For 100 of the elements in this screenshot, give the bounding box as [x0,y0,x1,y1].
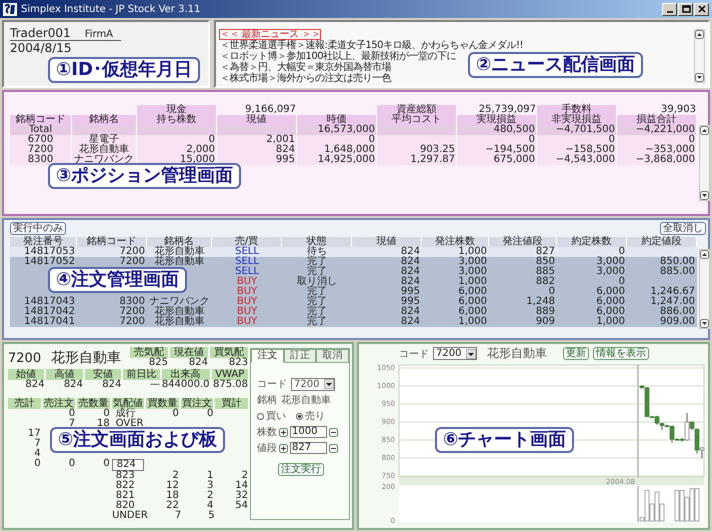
table-cell-text: 827 [534,247,556,257]
table-cell-text: 1,247.00 [649,297,696,307]
table-cell-text: 7 [174,511,182,521]
table-cell-text: 3,000 [595,267,626,277]
table-cell: −194,500 [457,145,537,155]
table-cell-text: 0 [618,277,626,287]
stat-label: 安値 [84,369,122,380]
table-cell: 8300 [10,155,72,165]
table-cell-text: 0 [102,459,110,471]
table-cell-text: 2 [242,471,248,481]
field-label: 株数 [257,426,277,439]
price-cell-text: 820 [116,501,135,511]
column-header: 現値 [217,115,297,125]
table-cell-text: 6,000 [457,307,488,317]
table-cell-text: BUY [236,317,258,327]
stat-label: 始値 [8,369,44,380]
table-cell-text: 882 [534,277,556,287]
column-header: 銘柄コード [10,115,72,125]
table-cell-text: 995 [400,297,421,307]
summary-label: 手数料 [537,105,617,115]
table-cell: 1,648,000 [297,145,377,155]
table-cell-text: 完了 [306,267,328,277]
table-cell-text: 824 [400,317,421,327]
table-cell-text: 6,000 [457,287,488,297]
table-cell-text: 824 [400,247,421,257]
table-cell-text: 1,248 [525,297,556,307]
table-cell: Total [10,125,72,135]
price-cell-text: 822 [114,481,136,491]
table-cell-text: 12 [165,481,179,491]
table-cell-text: 18 [96,419,110,429]
table-cell: 7200 [10,145,72,155]
summary-value: 9,166,097 [244,105,297,115]
annotation-tooltip: ①ID･仮想年月日 [48,57,200,83]
table-cell: 0 [457,135,537,145]
price-cell: 824 [112,459,144,471]
table-cell-text: 完了 [306,287,328,297]
column-header: 発注値段 [489,237,557,247]
table-cell-text: SELL [234,267,260,277]
table-cell-text: 824 [400,257,421,267]
price-cell-text: UNDER [111,511,148,521]
table-cell-text: 14817053 [23,247,76,257]
table-cell-text: 824 [400,277,421,287]
table-cell-text: 885 [534,267,556,277]
table-cell: 675,000 [457,155,537,165]
table-cell-text: 1,000 [457,277,488,287]
quote-label: 買気配 [210,347,248,358]
table-cell: −4,701,500 [537,125,617,135]
table-cell-text: BUY [236,297,258,307]
table-cell-text: 5 [207,511,215,521]
table-cell-text: 850.00 [659,257,696,267]
table-cell: 14,925,000 [297,155,377,165]
price-cell-text: 823 [114,471,136,481]
table-cell-text: 0 [548,287,556,297]
annotation-tooltip: ③ポジション管理画面 [48,163,242,189]
annotation-tooltip: ⑥チャート画面 [435,427,574,453]
column-header: 約定株数 [557,237,627,247]
table-cell-text: 花形自動車 [154,307,206,317]
table-cell: 花形自動車 [72,145,137,155]
annotation-tooltip: ④注文管理画面 [48,267,188,293]
column-header: 銘柄名 [72,115,137,125]
table-cell-text: 3 [206,481,214,491]
stat-label: VWAP [212,369,248,380]
table-cell-text: 4 [206,501,214,511]
table-cell-text: 7200 [118,247,146,257]
table-cell: 2,000 [137,145,217,155]
quote-value: 824 [188,358,208,368]
column-header: 買計 [215,398,248,409]
table-cell: 0 [617,135,697,145]
column-header: 現値 [352,237,422,247]
stat-value: — [148,380,160,390]
annotation-tooltip: ⑤注文画面および板 [50,427,226,453]
table-cell-text: 1,000 [595,317,626,327]
summary-label: 現金 [137,105,217,115]
table-cell-text: 7200 [118,317,146,327]
table-cell-text: 6,000 [595,307,626,317]
table-cell-text: 1,246.67 [649,287,696,297]
summary-value: 25,739,097 [478,105,537,115]
quote-label: 現在値 [170,347,208,358]
column-header: 発注番号 [10,237,77,247]
stat-value: 824 [101,380,122,390]
table-cell-text: 待ち [306,247,328,257]
table-cell-text: 7200 [118,307,146,317]
table-cell-text: 54 [234,501,248,511]
table-cell-text: 6,000 [595,287,626,297]
table-cell-text: 7200 [118,257,146,267]
column-header: 売数量 [77,398,110,409]
table-cell-text: 0 [206,409,214,419]
quote-value: 825 [148,358,168,368]
column-header: 銘柄名 [147,237,212,247]
table-cell-text: 0 [33,459,41,471]
table-cell-text: 0 [68,409,76,419]
stock-name: 花形自動車 [51,350,122,366]
column-header: 状態 [282,237,352,247]
table-cell-text: 909.00 [659,317,696,327]
table-cell-text: 6,000 [457,297,488,307]
table-cell: −158,500 [537,145,617,155]
table-cell: 6700 [10,135,72,145]
table-cell-text: 3,000 [457,257,488,267]
price-cell-text: 821 [114,491,136,501]
price-cell-text: OVER [114,419,144,429]
